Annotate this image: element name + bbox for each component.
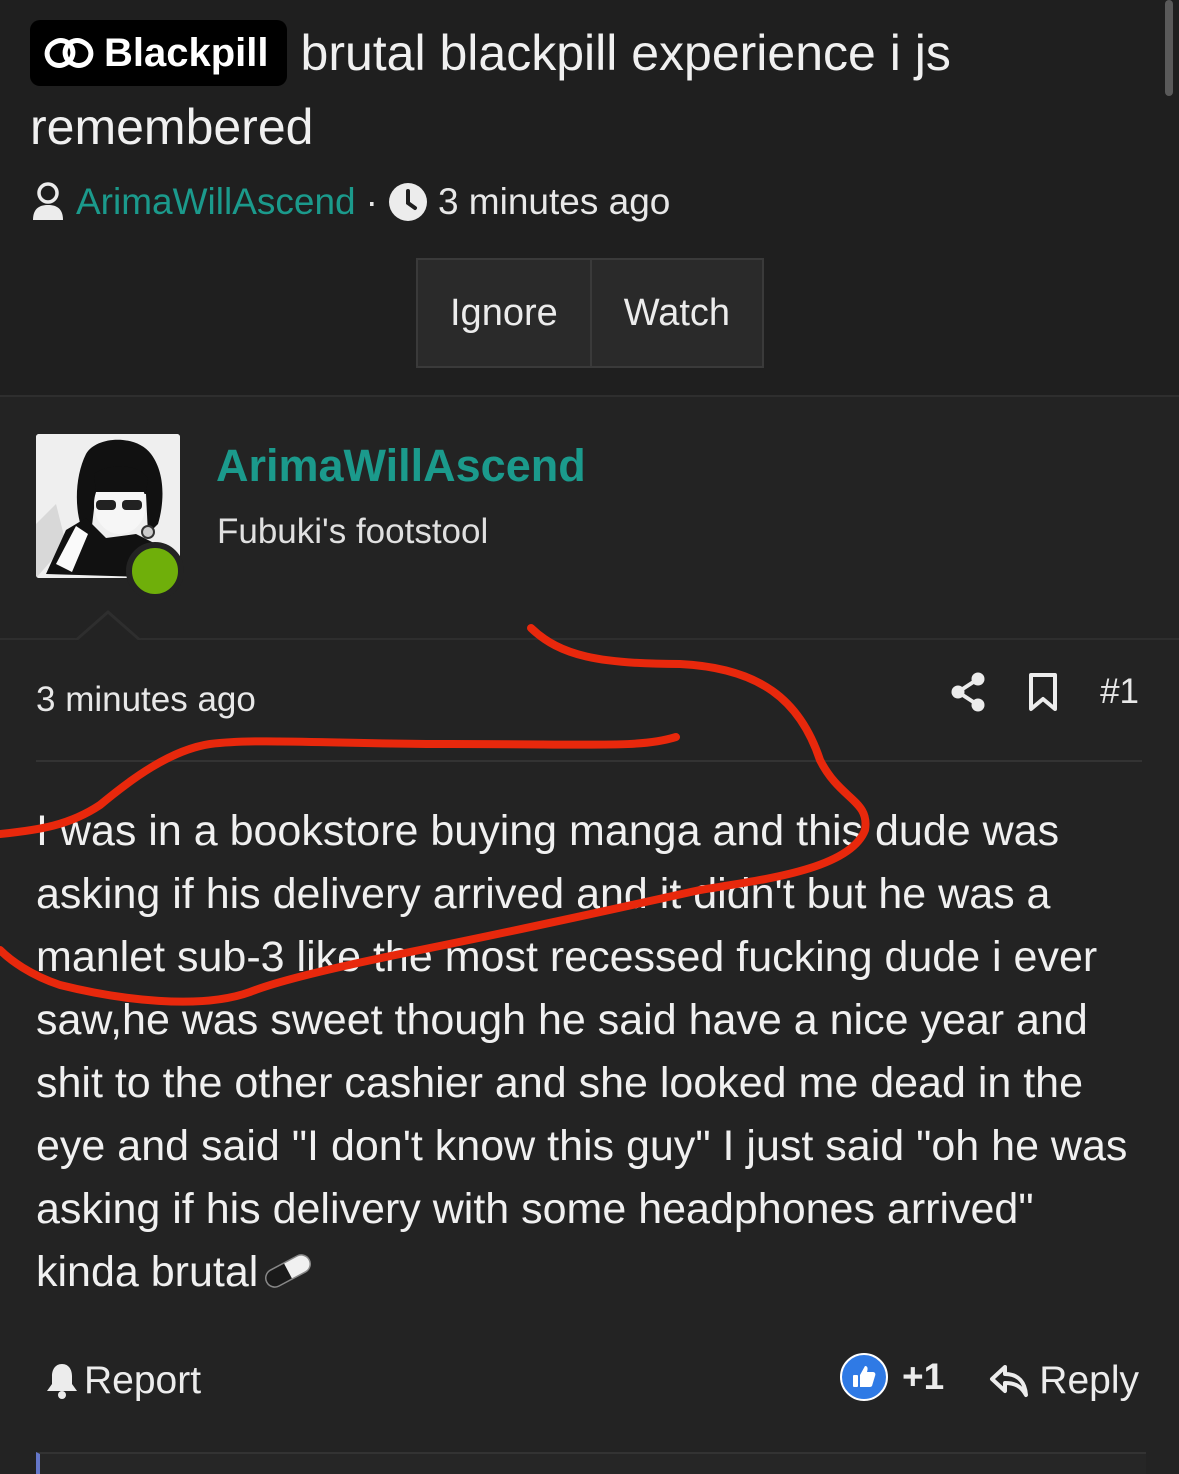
reply-button[interactable]: Reply [989, 1359, 1139, 1403]
thread-prefix-badge[interactable]: Blackpill [30, 20, 287, 86]
watch-button[interactable]: Watch [589, 260, 762, 366]
divider [0, 638, 1179, 640]
user-icon [33, 182, 63, 220]
blackpill-logo-icon [44, 38, 94, 68]
like-icon [840, 1353, 888, 1401]
post-time[interactable]: 3 minutes ago [36, 680, 256, 720]
post-number-link[interactable]: #1 [1100, 672, 1139, 712]
user-title: Fubuki's footstool [217, 512, 489, 551]
pill-emoji-icon [265, 1254, 312, 1288]
post-actions: #1 [950, 672, 1139, 712]
report-button[interactable]: Report [44, 1359, 201, 1403]
quick-reply-box[interactable] [36, 1452, 1146, 1474]
alert-icon [47, 1364, 77, 1399]
reaction-summary[interactable]: +1 [840, 1353, 944, 1401]
reply-icon [990, 1365, 1029, 1397]
thread-action-buttons: Ignore Watch [416, 258, 765, 368]
message-pointer-arrow-inner [76, 614, 140, 642]
post-divider [36, 760, 1142, 762]
thread-prefix-label: Blackpill [104, 31, 269, 75]
report-label: Report [84, 1359, 202, 1402]
post-username[interactable]: ArimaWillAscend [216, 440, 586, 492]
post-footer: Report +1 Reply [0, 1345, 1179, 1425]
bookmark-icon[interactable] [1028, 672, 1058, 712]
thread-time[interactable]: 3 minutes ago [438, 181, 670, 223]
reply-label: Reply [1039, 1359, 1139, 1402]
post-body: I was in a bookstore buying manga and th… [36, 800, 1146, 1304]
thread-title-block: Blackpill brutal blackpill experience i … [30, 16, 1140, 164]
post-body-text: I was in a bookstore buying manga and th… [36, 807, 1128, 1296]
meta-separator: · [365, 181, 378, 222]
online-status-indicator [126, 542, 184, 600]
share-icon[interactable] [950, 672, 986, 712]
thread-author-link[interactable]: ArimaWillAscend [76, 181, 356, 223]
reaction-count: +1 [902, 1356, 945, 1397]
thread-meta: ArimaWillAscend · 3 minutes ago [30, 176, 670, 228]
scrollbar[interactable] [1165, 0, 1173, 96]
clock-icon [388, 183, 427, 221]
ignore-button[interactable]: Ignore [418, 260, 590, 366]
